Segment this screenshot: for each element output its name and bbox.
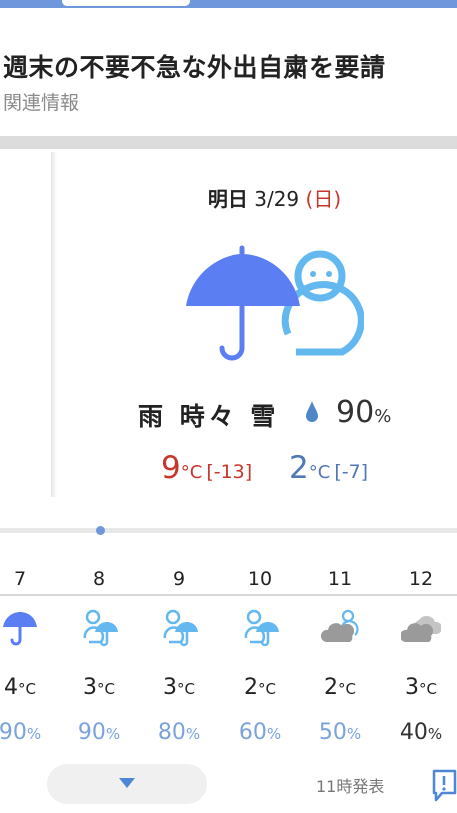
chevron-down-icon xyxy=(119,778,135,788)
temp-unit: °C xyxy=(97,680,115,698)
timeline-track[interactable] xyxy=(0,528,457,533)
cloudy-icon xyxy=(401,616,441,642)
forecast-date: 3/29 xyxy=(254,187,300,211)
hour-temp: 2°C xyxy=(220,675,300,700)
timeline-position-indicator xyxy=(96,526,105,535)
hour-precip-value: 40 xyxy=(399,720,428,745)
hour-precip: 90% xyxy=(0,720,60,745)
raindrop-icon xyxy=(306,401,318,422)
hour-temp-value: 3 xyxy=(405,675,419,700)
hour-label: 8 xyxy=(92,568,106,590)
temp-unit: °C xyxy=(419,680,437,698)
temp-unit: °C xyxy=(177,680,195,698)
hour-temp-value: 2 xyxy=(244,675,258,700)
cloud-snowman-icon xyxy=(320,609,359,642)
umbrella-icon xyxy=(3,612,37,646)
snowman-umbrella-icon xyxy=(83,609,118,647)
low-temperature: 2°C [-7] xyxy=(289,450,368,486)
hour-precip-value: 60 xyxy=(238,720,267,745)
feedback-icon[interactable] xyxy=(428,767,457,803)
precip-unit: % xyxy=(185,725,201,743)
hour-temp-value: 2 xyxy=(324,675,338,700)
hour-precip-value: 90 xyxy=(77,720,106,745)
hour-temp: 2°C xyxy=(300,675,380,700)
snowman-umbrella-icon xyxy=(163,609,198,647)
high-temp-diff: [-13] xyxy=(206,461,253,483)
hour-label: 7 xyxy=(13,568,27,590)
hour-precip-value: 50 xyxy=(318,720,347,745)
hour-temp-value: 3 xyxy=(83,675,97,700)
hour-header-divider xyxy=(0,594,457,596)
precip-value: 90 xyxy=(336,395,375,430)
precip-probability: 90% xyxy=(336,395,391,430)
low-temp-unit: °C xyxy=(308,462,331,483)
issued-time: 11時発表 xyxy=(316,777,385,796)
precip-unit: % xyxy=(346,725,362,743)
snowman-umbrella-icon xyxy=(244,609,279,647)
hour-temp-value: 3 xyxy=(163,675,177,700)
high-temperature: 9°C [-13] xyxy=(161,450,252,486)
forecast-day-label: 明日 3/29 (日) xyxy=(0,183,457,212)
low-temp-value: 2 xyxy=(289,450,309,486)
hour-precip: 40% xyxy=(381,720,457,745)
hour-temp: 3°C xyxy=(139,675,219,700)
low-temp-diff: [-7] xyxy=(334,461,369,483)
precip-unit: % xyxy=(26,725,42,743)
top-tab-bar xyxy=(0,0,457,8)
precip-unit: % xyxy=(266,725,282,743)
weather-condition: 雨 時々 雪 xyxy=(138,402,280,431)
high-temp-unit: °C xyxy=(180,462,203,483)
hourly-forecast[interactable]: 7 4°C 90% 8 3°C 90% 9 3°C 80% 10 2°C 60%… xyxy=(0,560,457,770)
hour-temp-value: 4 xyxy=(4,675,18,700)
hour-label: 9 xyxy=(172,568,186,590)
temp-unit: °C xyxy=(258,680,276,698)
hour-temp: 3°C xyxy=(59,675,139,700)
precip-unit: % xyxy=(374,406,392,427)
hour-precip: 80% xyxy=(139,720,219,745)
forecast-weekday: (日) xyxy=(305,187,342,211)
hour-label: 10 xyxy=(247,568,273,590)
section-divider xyxy=(0,136,457,149)
day-prefix: 明日 xyxy=(207,187,248,211)
hour-precip: 60% xyxy=(220,720,300,745)
hour-temp: 3°C xyxy=(381,675,457,700)
hour-precip-value: 80 xyxy=(157,720,186,745)
hour-precip-value: 90 xyxy=(0,720,27,745)
precip-unit: % xyxy=(427,725,443,743)
related-info-link[interactable]: 関連情報 xyxy=(3,88,79,115)
temp-unit: °C xyxy=(338,680,356,698)
precip-unit: % xyxy=(105,725,121,743)
hour-precip: 90% xyxy=(59,720,139,745)
hour-label: 11 xyxy=(327,568,353,590)
hour-temp: 4°C xyxy=(0,675,60,700)
active-tab-indicator[interactable] xyxy=(62,0,190,6)
hour-precip: 50% xyxy=(300,720,380,745)
high-temp-value: 9 xyxy=(161,450,181,486)
umbrella-snowman-icon xyxy=(186,245,364,361)
expand-forecast-button[interactable] xyxy=(47,764,207,804)
news-headline[interactable]: 週末の不要不急な外出自粛を要請 xyxy=(3,48,386,84)
temp-unit: °C xyxy=(18,680,36,698)
hour-label: 12 xyxy=(408,568,434,590)
